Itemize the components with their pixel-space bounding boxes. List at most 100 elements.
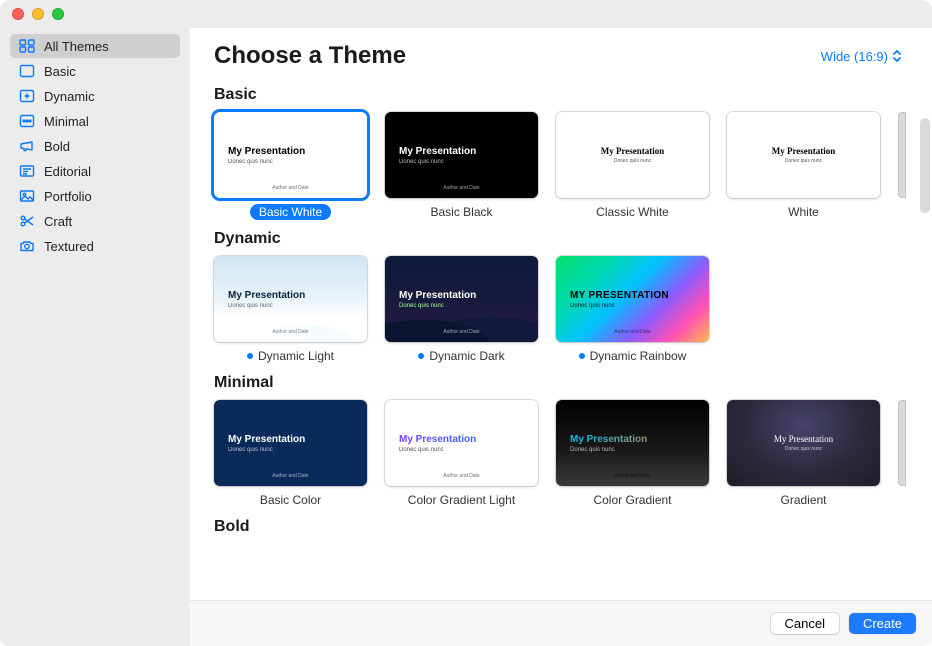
sidebar-item-bold[interactable]: Bold xyxy=(10,134,180,158)
vertical-scrollbar-thumb[interactable] xyxy=(920,118,930,213)
create-button[interactable]: Create xyxy=(849,613,916,634)
sidebar-item-label: Dynamic xyxy=(44,89,95,104)
theme-label-text: Basic Color xyxy=(260,493,321,507)
theme-dynamic-light[interactable]: My PresentationDonec quis nuncAuthor and… xyxy=(214,256,367,364)
peek-edge xyxy=(898,112,906,198)
zoom-window-button[interactable] xyxy=(52,8,64,20)
theme-label-text: Dynamic Light xyxy=(258,349,334,363)
dynamic-indicator-icon xyxy=(579,353,585,359)
theme-dynamic-rainbow[interactable]: MY PRESENTATION Donec quis nunc Author and… xyxy=(556,256,709,364)
theme-label: Basic Color xyxy=(251,492,330,508)
sidebar-item-editorial[interactable]: Editorial xyxy=(10,159,180,183)
thumb-author: Author and Date xyxy=(272,185,308,191)
sidebar-item-label: Textured xyxy=(44,239,94,254)
thumb-title: My Presentation xyxy=(228,290,353,301)
sidebar-item-label: All Themes xyxy=(44,39,109,54)
theme-color-gradient[interactable]: My PresentationDonec quis nuncAuthor and… xyxy=(556,400,709,508)
thumb-title: MY PRESENTATION xyxy=(570,290,695,301)
thumb-subtitle: Donec quis nunc xyxy=(228,447,353,453)
scissors-icon xyxy=(18,213,36,229)
theme-row-minimal: My Presentation Donec quis nunc Author and… xyxy=(214,400,932,508)
body: All Themes Basic Dynamic Minimal Bold Editori… xyxy=(0,28,932,646)
thumb-subtitle: Donec quis nunc xyxy=(570,303,695,309)
theme-thumbnail: My Presentation Donec quis nunc Author and… xyxy=(385,112,538,198)
section-heading-minimal: Minimal xyxy=(214,374,932,392)
thumb-author: Author and Date xyxy=(443,473,479,479)
sidebar-item-portfolio[interactable]: Portfolio xyxy=(10,184,180,208)
thumb-subtitle: Donec quis nunc xyxy=(785,446,822,452)
aspect-ratio-popup[interactable]: Wide (16:9) xyxy=(815,46,908,67)
theme-row-basic: My Presentation Donec quis nunc Author and… xyxy=(214,112,932,220)
theme-row-dynamic: My Presentation Donec quis nunc Author and… xyxy=(214,256,932,364)
thumb-title: My Presentation xyxy=(774,434,833,444)
thumb-title: My Presentation xyxy=(399,290,524,301)
thumb-subtitle: Donec quis nunc xyxy=(399,159,524,165)
theme-more-peek[interactable] xyxy=(898,112,906,198)
theme-color-gradient-light[interactable]: My PresentationDonec quis nuncAuthor and… xyxy=(385,400,538,508)
theme-label-text: Gradient xyxy=(780,493,826,507)
thumb-subtitle: Donec quis nunc xyxy=(228,159,353,165)
thumb-subtitle: Donec quis nunc xyxy=(785,158,822,164)
theme-label: Classic White xyxy=(587,204,678,220)
sidebar-item-label: Basic xyxy=(44,64,76,79)
sidebar-item-textured[interactable]: Textured xyxy=(10,234,180,258)
thumb-subtitle: Donec quis nunc xyxy=(399,447,524,453)
sidebar-item-label: Editorial xyxy=(44,164,91,179)
dots-icon xyxy=(18,113,36,129)
theme-more-peek[interactable] xyxy=(898,400,906,486)
thumb-author: Author and Date xyxy=(614,329,650,335)
section-heading-basic: Basic xyxy=(214,86,932,104)
theme-label: Dynamic Dark xyxy=(409,348,513,364)
minimize-window-button[interactable] xyxy=(32,8,44,20)
theme-label-text: White xyxy=(788,205,819,219)
sidebar-item-minimal[interactable]: Minimal xyxy=(10,109,180,133)
sidebar-item-basic[interactable]: Basic xyxy=(10,59,180,83)
sidebar-item-label: Craft xyxy=(44,214,72,229)
cancel-button[interactable]: Cancel xyxy=(771,613,839,634)
section-heading-bold: Bold xyxy=(214,518,932,536)
peek-edge xyxy=(898,400,906,486)
theme-label-text: Color Gradient Light xyxy=(408,493,515,507)
photo-icon xyxy=(18,188,36,204)
theme-label: White xyxy=(779,204,828,220)
theme-dynamic-dark[interactable]: My PresentationDonec quis nuncAuthor and… xyxy=(385,256,538,364)
close-window-button[interactable] xyxy=(12,8,24,20)
theme-white[interactable]: My PresentationDonec quis nuncWhite xyxy=(727,112,880,220)
sidebar-item-label: Minimal xyxy=(44,114,89,129)
sidebar: All Themes Basic Dynamic Minimal Bold Editori… xyxy=(0,28,190,646)
theme-thumbnail: My PresentationDonec quis nuncAuthor and… xyxy=(556,400,709,486)
theme-basic-black[interactable]: My Presentation Donec quis nunc Author and… xyxy=(385,112,538,220)
sidebar-item-dynamic[interactable]: Dynamic xyxy=(10,84,180,108)
thumb-author: Author and Date xyxy=(272,473,308,479)
theme-thumbnail: My PresentationDonec quis nuncAuthor and… xyxy=(214,400,367,486)
thumb-author: Author and Date xyxy=(614,473,650,479)
theme-basic-color[interactable]: My PresentationDonec quis nuncAuthor and… xyxy=(214,400,367,508)
dynamic-indicator-icon xyxy=(247,353,253,359)
thumb-title: My Presentation xyxy=(228,146,353,157)
theme-label-text: Color Gradient xyxy=(593,493,671,507)
sidebar-item-label: Bold xyxy=(44,139,70,154)
main-pane: Choose a Theme Wide (16:9) Basic My Prese… xyxy=(190,28,932,646)
camera-icon xyxy=(18,238,36,254)
theme-label-text: Dynamic Rainbow xyxy=(590,349,687,363)
megaphone-icon xyxy=(18,138,36,154)
thumb-title: My Presentation xyxy=(601,146,665,156)
sidebar-item-label: Portfolio xyxy=(44,189,92,204)
thumb-subtitle: Donec quis nunc xyxy=(570,447,695,453)
theme-thumbnail: MY PRESENTATION Donec quis nunc Author and… xyxy=(556,256,709,342)
theme-basic-white[interactable]: My Presentation Donec quis nunc Author and… xyxy=(214,112,367,220)
thumb-author: Author and Date xyxy=(443,185,479,191)
theme-label: Color Gradient xyxy=(584,492,680,508)
themes-scroll-area[interactable]: Basic My Presentation Donec quis nunc Autho… xyxy=(190,76,932,600)
header: Choose a Theme Wide (16:9) xyxy=(190,28,932,76)
theme-gradient[interactable]: My Presentation Donec quis nunc Gradient xyxy=(727,400,880,508)
theme-label-text: Dynamic Dark xyxy=(429,349,504,363)
theme-classic-white[interactable]: My PresentationDonec quis nuncClassic Wh… xyxy=(556,112,709,220)
theme-label: Dynamic Light xyxy=(238,348,343,364)
thumb-subtitle: Donec quis nunc xyxy=(228,303,353,309)
sidebar-item-craft[interactable]: Craft xyxy=(10,209,180,233)
sidebar-item-all-themes[interactable]: All Themes xyxy=(10,34,180,58)
thumb-title: My Presentation xyxy=(399,146,524,157)
aspect-ratio-label: Wide (16:9) xyxy=(821,49,888,64)
theme-label: Basic White xyxy=(250,204,331,220)
